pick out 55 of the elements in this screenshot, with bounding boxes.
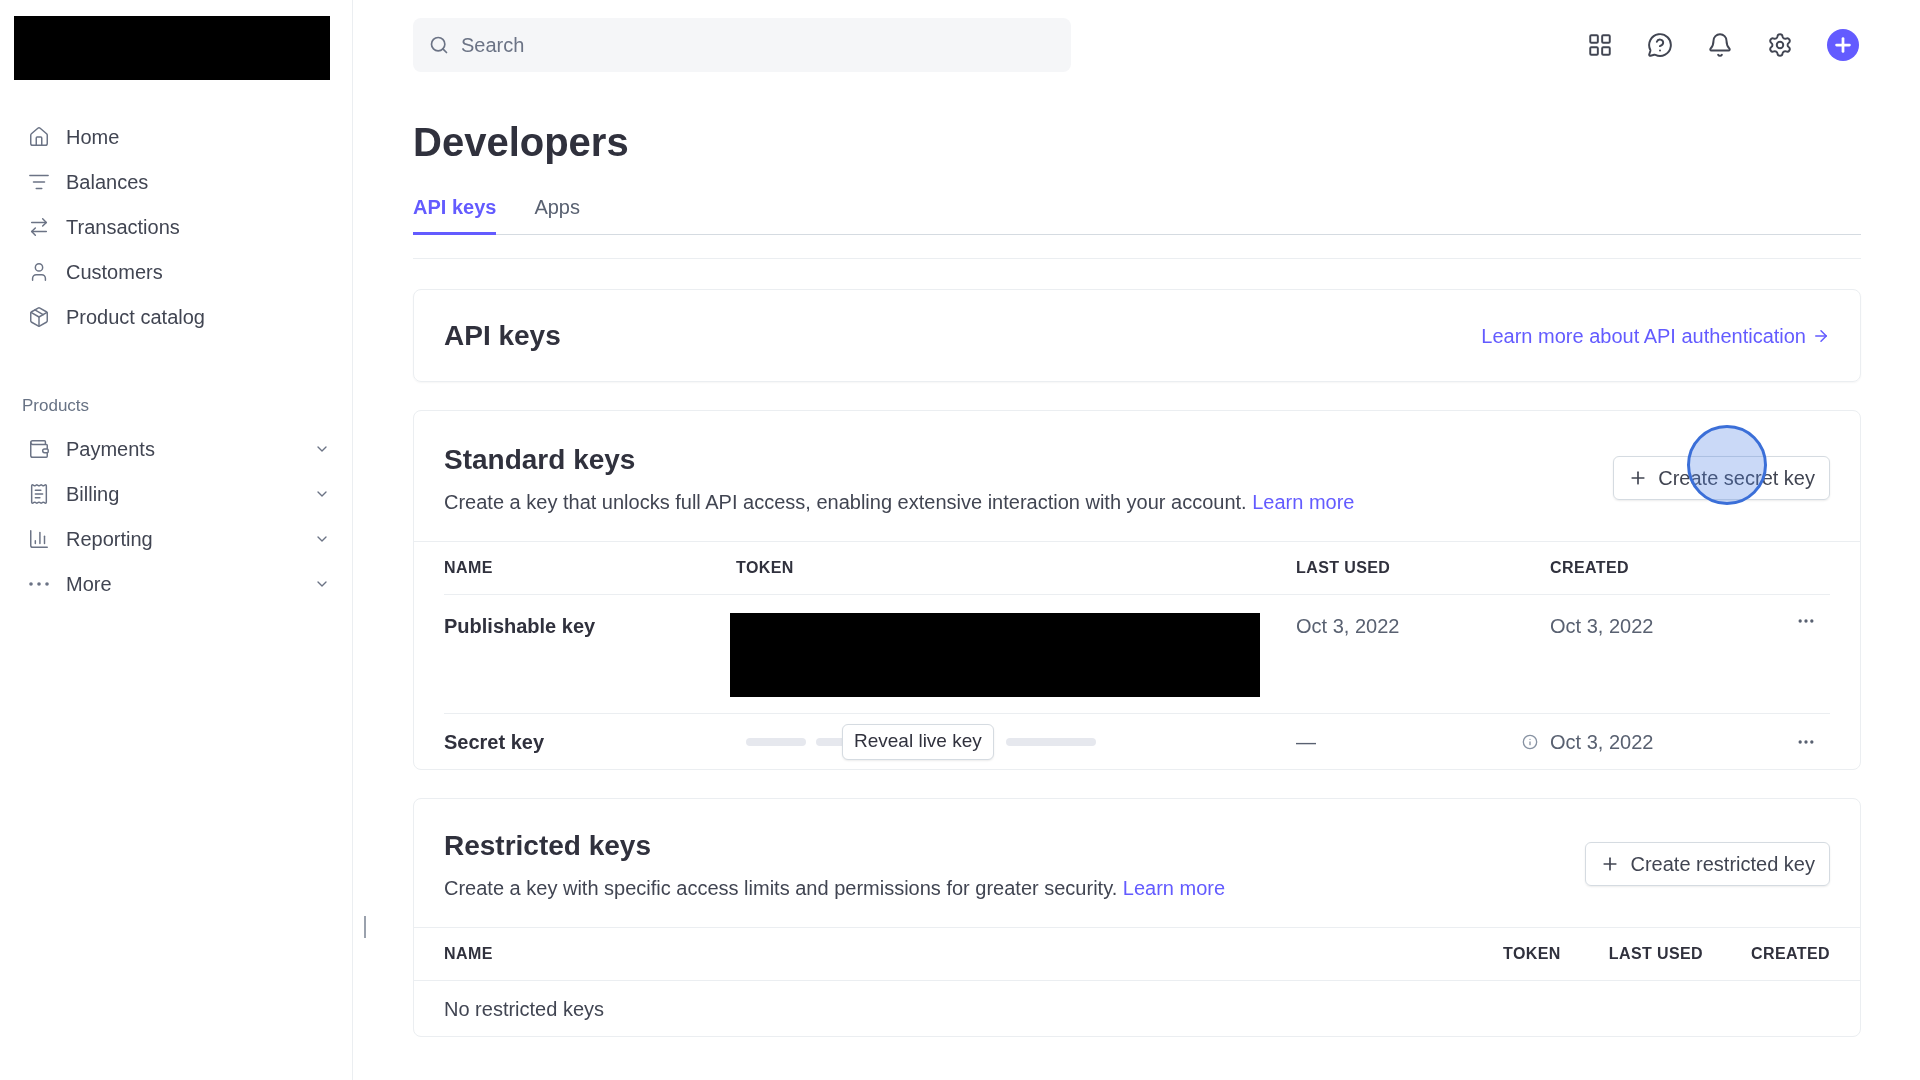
table-cell-text: Oct 3, 2022 <box>1550 729 1654 755</box>
auth-link[interactable]: Learn more about API authentication <box>1481 320 1830 351</box>
sidebar-item[interactable]: Customers <box>28 256 330 288</box>
wallet-icon <box>28 437 50 460</box>
more-icon <box>28 581 50 586</box>
resize-handle[interactable] <box>364 916 366 938</box>
card-title: Restricted keys <box>444 829 652 863</box>
receipt-icon <box>28 482 50 505</box>
sidebar-item[interactable]: Transactions <box>28 211 330 243</box>
box-icon <box>28 306 50 328</box>
search-icon <box>429 35 449 55</box>
column-header: CREATED <box>1751 944 1830 964</box>
arrows-icon <box>28 216 50 238</box>
search-field[interactable]: Search <box>413 18 1071 72</box>
apps-icon[interactable] <box>1587 32 1613 58</box>
key-name: Secret key <box>444 729 545 755</box>
tab[interactable]: Apps <box>534 192 580 235</box>
learn-more-link[interactable]: Learn more <box>1122 877 1226 899</box>
empty-message: No restricted keys <box>444 996 605 1022</box>
create-button[interactable] <box>1827 29 1859 61</box>
column-header: NAME <box>444 558 493 578</box>
sidebar-item[interactable]: Balances <box>28 166 330 198</box>
sidebar-item[interactable]: Home <box>28 121 330 153</box>
sidebar-item[interactable]: Product catalog <box>28 301 330 333</box>
card-title: API keys <box>444 318 561 353</box>
column-header: TOKEN <box>1503 944 1561 964</box>
column-header: NAME <box>444 944 493 964</box>
plus-icon <box>1832 34 1854 56</box>
home-icon <box>28 126 50 148</box>
reveal-key-button[interactable]: Reveal live key <box>842 723 994 760</box>
table-cell-text: — <box>1296 729 1316 755</box>
page-title: Developers <box>413 122 630 162</box>
card-description: Create a key that unlocks full API access, enabling extensive interaction with your account. Learn more <box>444 490 1355 515</box>
create-restricted-key-button[interactable]: Create restricted key <box>1585 842 1830 886</box>
table-cell-text: Oct 3, 2022 <box>1550 614 1654 639</box>
sidebar-item[interactable]: Reporting <box>28 522 330 555</box>
column-header: LAST USED <box>1296 558 1391 578</box>
table-cell-text: Oct 3, 2022 <box>1296 614 1400 639</box>
card-description: Create a key with specific access limits and permissions for greater security. Learn more <box>444 876 1226 901</box>
learn-more-link[interactable]: Learn more <box>1252 491 1355 513</box>
bar-chart-icon <box>28 527 50 550</box>
settings-icon[interactable] <box>1767 32 1793 58</box>
column-header: TOKEN <box>736 558 794 578</box>
section-label: Products <box>21 395 91 417</box>
key-name: Publishable key <box>444 614 596 639</box>
help-icon[interactable] <box>1647 32 1673 58</box>
info-icon <box>1522 733 1538 750</box>
column-header: LAST USED <box>1608 944 1704 964</box>
card-title: Standard keys <box>444 443 637 477</box>
sidebar-item[interactable]: Billing <box>28 477 330 510</box>
sidebar-item[interactable]: More <box>28 567 330 600</box>
column-header: CREATED <box>1550 558 1629 578</box>
sidebar-item[interactable]: Payments <box>28 432 330 465</box>
notification-icon[interactable] <box>1707 32 1733 58</box>
tab[interactable]: API keys <box>413 192 497 235</box>
